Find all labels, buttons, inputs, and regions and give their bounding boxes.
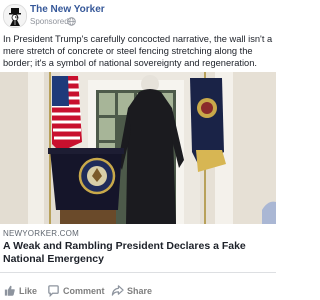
like-button[interactable]: Like	[3, 284, 43, 298]
globe-icon	[67, 17, 76, 26]
link-source: NEWYORKER.COM	[3, 229, 79, 238]
page-name-link[interactable]: The New Yorker	[30, 4, 105, 15]
link-headline[interactable]: A Weak and Rambling President Declares a…	[3, 240, 273, 266]
share-icon	[111, 285, 124, 296]
post-text: In President Trump's carefully concocted…	[3, 34, 273, 68]
post-header: The New Yorker Sponsored	[0, 0, 276, 32]
share-label: Share	[127, 286, 153, 296]
rose-garden-photo	[0, 72, 276, 224]
thumbs-up-icon	[4, 285, 15, 296]
sponsored-label[interactable]: Sponsored	[30, 17, 69, 26]
post-photo[interactable]	[0, 72, 276, 224]
like-label: Like	[19, 286, 38, 296]
new-yorker-logo-icon	[4, 5, 26, 27]
sponsored-post: The New Yorker Sponsored In President Tr…	[0, 0, 276, 300]
share-button[interactable]: Share	[111, 284, 161, 298]
link-preview[interactable]: NEWYORKER.COM A Weak and Rambling Presid…	[0, 224, 276, 273]
comment-label: Comment	[63, 286, 105, 296]
comment-icon	[48, 285, 59, 297]
comment-button[interactable]: Comment	[47, 284, 107, 298]
page-avatar[interactable]	[3, 4, 27, 28]
post-actions: Like Comment Share	[0, 282, 276, 300]
